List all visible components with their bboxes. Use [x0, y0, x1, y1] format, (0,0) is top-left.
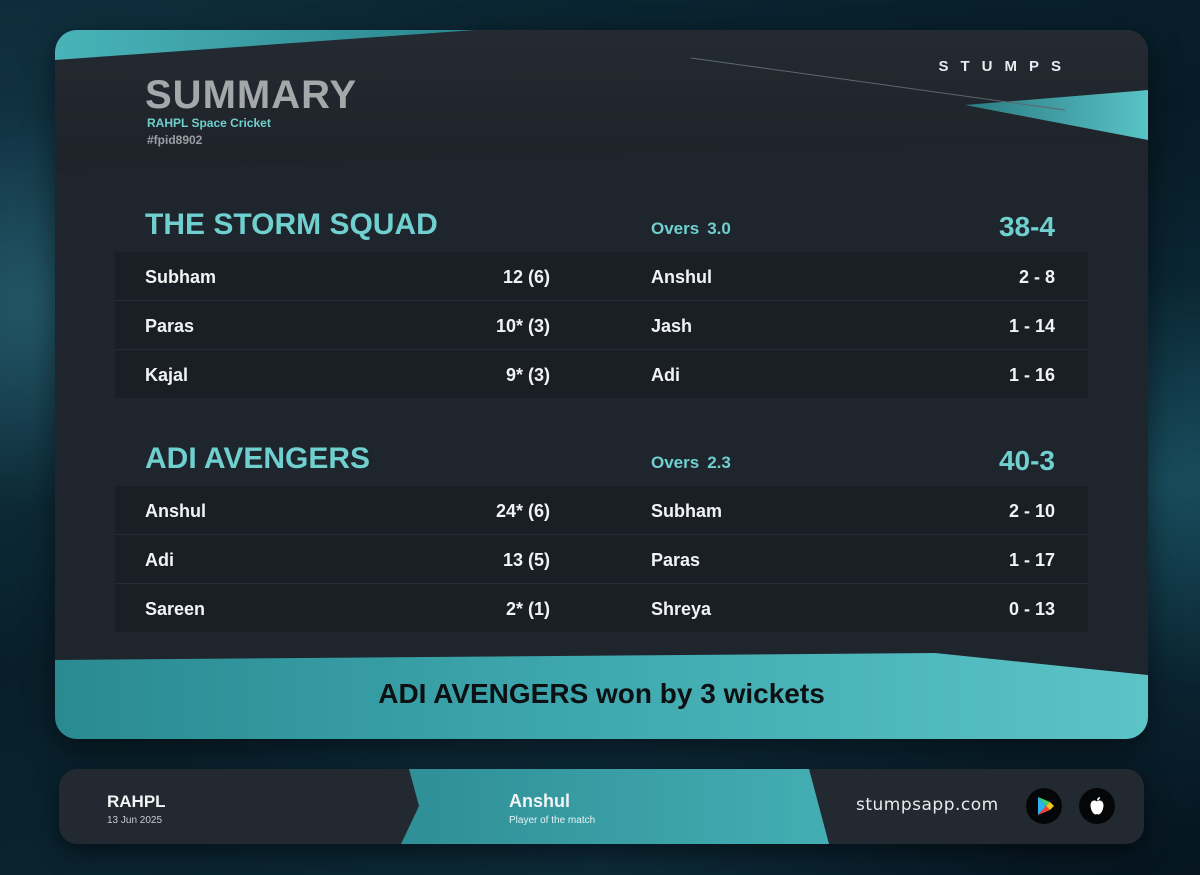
table-row: Paras 10* (3) Jash 1 - 14 [115, 301, 1088, 350]
team-total: 40-3 [998, 445, 1055, 476]
batter-name: Anshul [145, 501, 206, 521]
table-row: Subham 12 (6) Anshul 2 - 8 [115, 252, 1088, 301]
brand-logo: STUMPS [938, 58, 1073, 75]
overs-info: Overs 2.3 [651, 453, 731, 473]
batter-name: Adi [145, 550, 174, 570]
bowler-name: Adi [651, 365, 680, 385]
google-play-glyph [1038, 797, 1054, 815]
footer-bar: RAHPL 13 Jun 2025 Anshul Player of the m… [59, 769, 1144, 844]
batter-score: 10* (3) [495, 316, 550, 336]
overs-label: Overs [651, 453, 700, 472]
overs-value: 3.0 [707, 219, 731, 238]
overs-value: 2.3 [707, 453, 731, 472]
bowler-name: Subham [651, 501, 723, 521]
innings-header: THE STORM SQUAD Overs 3.0 38-4 [115, 196, 1088, 252]
innings-2: ADI AVENGERS Overs 2.3 40-3 Anshul 24* (6… [115, 430, 1088, 632]
league-subtitle: RAHPL Space Cricket [147, 116, 271, 130]
bowler-name: Anshul [651, 267, 712, 287]
google-play-icon[interactable] [1026, 788, 1062, 824]
player-of-match-name: Anshul [509, 791, 570, 811]
bowler-figures: 1 - 17 [1008, 550, 1055, 570]
bowler-name: Jash [651, 316, 693, 336]
apple-glyph [1090, 797, 1104, 815]
innings-header: ADI AVENGERS Overs 2.3 40-3 [115, 430, 1088, 486]
team-total: 38-4 [998, 211, 1055, 242]
bowler-figures: 1 - 14 [1008, 316, 1055, 336]
batter-name: Kajal [145, 365, 189, 385]
scorecard-table: Subham 12 (6) Anshul 2 - 8 Paras 10* (3)… [115, 252, 1088, 398]
page-title: SUMMARY [145, 73, 358, 117]
batter-name: Paras [145, 316, 195, 336]
batter-name: Subham [145, 267, 217, 287]
team-name: ADI AVENGERS [145, 442, 371, 475]
table-row: Sareen 2* (1) Shreya 0 - 13 [115, 584, 1088, 632]
bowler-figures: 2 - 8 [1018, 267, 1055, 287]
innings-1: THE STORM SQUAD Overs 3.0 38-4 Subham 12 … [115, 196, 1088, 398]
bowler-figures: 0 - 13 [1008, 599, 1055, 619]
apple-icon[interactable] [1079, 788, 1115, 824]
bowler-figures: 2 - 10 [1008, 501, 1055, 521]
batter-score: 9* (3) [505, 365, 550, 385]
match-result: ADI AVENGERS won by 3 wickets [378, 678, 825, 709]
match-id: #fpid8902 [147, 133, 203, 147]
match-date: 13 Jun 2025 [107, 815, 163, 826]
batter-score: 13 (5) [502, 550, 550, 570]
batter-score: 2* (1) [505, 599, 550, 619]
player-of-match-label: Player of the match [509, 815, 596, 826]
batter-score: 24* (6) [495, 501, 550, 521]
overs-info: Overs 3.0 [651, 219, 731, 239]
bowler-figures: 1 - 16 [1008, 365, 1055, 385]
batter-name: Sareen [145, 599, 206, 619]
table-row: Anshul 24* (6) Subham 2 - 10 [115, 486, 1088, 535]
batter-score: 12 (6) [502, 267, 550, 287]
scorecard-table: Anshul 24* (6) Subham 2 - 10 Adi 13 (5) … [115, 486, 1088, 632]
overs-label: Overs [651, 219, 700, 238]
league-name: RAHPL [107, 792, 166, 811]
bowler-name: Paras [651, 550, 701, 570]
table-row: Kajal 9* (3) Adi 1 - 16 [115, 350, 1088, 398]
table-row: Adi 13 (5) Paras 1 - 17 [115, 535, 1088, 584]
bowler-name: Shreya [651, 599, 712, 619]
summary-card: SUMMARY RAHPL Space Cricket #fpid8902 ST… [55, 30, 1148, 739]
website-link[interactable]: stumpsapp.com [856, 795, 999, 815]
team-name: THE STORM SQUAD [145, 208, 438, 241]
